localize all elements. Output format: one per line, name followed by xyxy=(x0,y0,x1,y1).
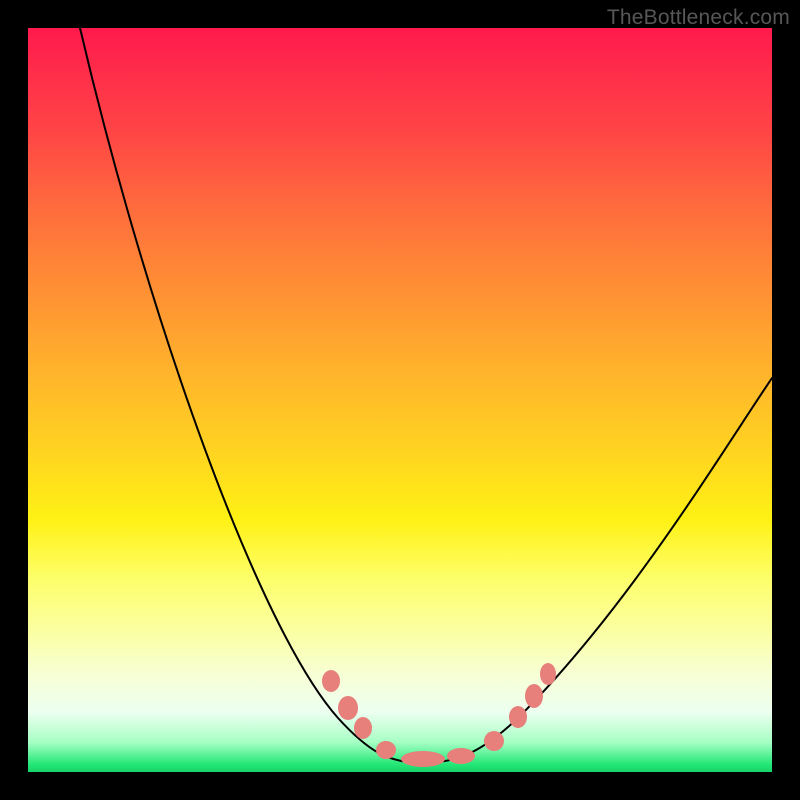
curve-marker xyxy=(525,684,543,708)
curve-marker xyxy=(509,706,527,728)
curve-marker xyxy=(484,731,504,751)
bottleneck-curve xyxy=(28,28,772,772)
curve-marker xyxy=(376,741,396,759)
curve-markers xyxy=(322,663,556,767)
curve-marker xyxy=(354,717,372,739)
curve-marker xyxy=(401,751,445,767)
curve-marker xyxy=(447,748,475,764)
curve-marker xyxy=(540,663,556,685)
plot-area xyxy=(28,28,772,772)
curve-marker xyxy=(322,670,340,692)
curve-marker xyxy=(338,696,358,720)
chart-frame: TheBottleneck.com xyxy=(0,0,800,800)
attribution-watermark: TheBottleneck.com xyxy=(607,6,790,30)
curve-line xyxy=(80,28,772,763)
